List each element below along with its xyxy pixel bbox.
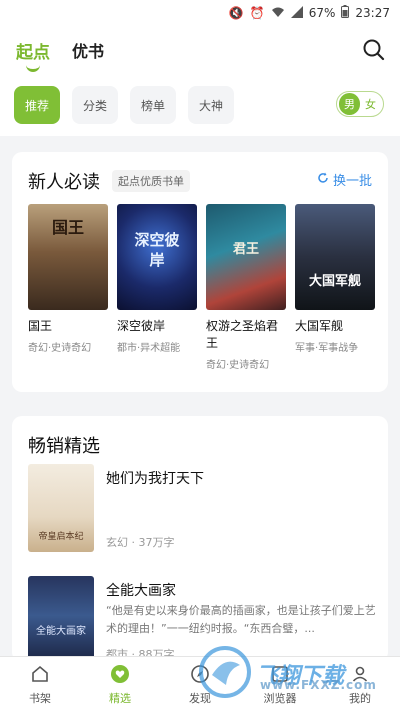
nav-label: 精选 xyxy=(109,691,131,705)
new-reader-section: 新人必读 起点优质书单 换一批 国王 国王 奇幻·史诗奇幻 深空彼岸 深空彼岸 … xyxy=(12,152,388,392)
book-title: 权游之圣焰君王 xyxy=(206,319,279,350)
nav-label: 浏览器 xyxy=(263,691,297,705)
alarm-icon: ⏰ xyxy=(249,6,265,20)
gender-toggle[interactable]: 男 女 xyxy=(336,91,384,117)
cover-title: 全能大画家 xyxy=(36,626,86,637)
nav-discover[interactable]: 发现 xyxy=(160,657,240,712)
chip-master[interactable]: 大神 xyxy=(188,86,234,124)
book-cover: 帝皇启本纪 xyxy=(28,464,94,552)
book-card[interactable]: 深空彼岸 深空彼岸 都市·异术超能 xyxy=(117,204,197,354)
section-title: 新人必读 xyxy=(28,172,100,193)
status-bar: 🔇 ⏰ 67% 23:27 xyxy=(0,0,400,26)
cover-title: 深空彼岸 xyxy=(134,231,180,269)
cover-title: 大国军舰 xyxy=(308,274,361,289)
list-item[interactable]: 全能大画家 全能大画家 “他是有史以来身价最高的插画家，也是让孩子们爱上艺术的理… xyxy=(28,576,376,668)
signal-icon xyxy=(290,5,303,21)
tab-youshu[interactable]: 优书 xyxy=(72,38,104,62)
book-cover: 大国军舰 xyxy=(295,204,375,310)
chip-rankings[interactable]: 榜单 xyxy=(130,86,176,124)
browser-icon xyxy=(270,664,290,687)
clock: 23:27 xyxy=(355,6,390,20)
user-icon xyxy=(350,664,370,687)
nav-bookshelf[interactable]: 书架 xyxy=(0,657,80,712)
booklist-badge: 起点优质书单 xyxy=(112,170,190,192)
refresh-button[interactable]: 换一批 xyxy=(317,170,372,189)
nav-profile[interactable]: 我的 xyxy=(320,657,400,712)
refresh-icon xyxy=(317,172,329,188)
battery-percent: 67% xyxy=(308,6,336,20)
book-cover: 国王 xyxy=(28,204,108,310)
refresh-label: 换一批 xyxy=(332,174,372,189)
book-card[interactable]: 君王 权游之圣焰君王 奇幻·史诗奇幻 xyxy=(206,204,286,371)
discover-icon xyxy=(190,664,210,687)
nav-label: 我的 xyxy=(349,691,371,705)
book-title: 大国军舰 xyxy=(295,319,344,333)
chip-category[interactable]: 分类 xyxy=(72,86,118,124)
book-meta: 玄幻 · 37万字 xyxy=(106,536,175,549)
gender-male[interactable]: 男 xyxy=(339,93,360,115)
filter-bar: 推荐 分类 榜单 大神 男 女 xyxy=(0,74,400,136)
book-cover: 全能大画家 xyxy=(28,576,94,664)
bottom-nav: 书架 精选 发现 浏览器 我的 xyxy=(0,656,400,712)
book-tags: 军事·军事战争 xyxy=(295,343,359,354)
book-title: 全能大画家 xyxy=(106,583,176,599)
book-title: 深空彼岸 xyxy=(117,319,166,333)
book-card[interactable]: 大国军舰 大国军舰 军事·军事战争 xyxy=(295,204,375,354)
home-icon xyxy=(30,664,50,687)
book-tags: 奇幻·史诗奇幻 xyxy=(28,343,92,354)
wifi-icon xyxy=(271,6,285,21)
cover-title: 国王 xyxy=(51,218,84,237)
book-description: “他是有史以来身价最高的插画家，也是让孩子们爱上艺术的理由！”一一纽约时报。“东… xyxy=(106,604,376,635)
nav-label: 发现 xyxy=(189,691,211,705)
book-tags: 奇幻·史诗奇幻 xyxy=(206,360,270,371)
section-title: 畅销精选 xyxy=(28,436,100,457)
top-nav: 起点 优书 xyxy=(0,26,400,74)
book-title: 国王 xyxy=(28,319,53,333)
gender-female[interactable]: 女 xyxy=(360,93,381,115)
book-row: 国王 国王 奇幻·史诗奇幻 深空彼岸 深空彼岸 都市·异术超能 君王 权游之圣焰… xyxy=(28,204,376,374)
list-item[interactable]: 帝皇启本纪 她们为我打天下 玄幻 · 37万字 xyxy=(28,464,372,556)
book-cover: 君王 xyxy=(206,204,286,310)
nav-featured[interactable]: 精选 xyxy=(80,657,160,712)
search-icon[interactable] xyxy=(362,38,386,62)
book-tags: 都市·异术超能 xyxy=(117,343,181,354)
nav-label: 书架 xyxy=(29,691,51,705)
chip-recommend[interactable]: 推荐 xyxy=(14,86,60,124)
battery-icon xyxy=(341,5,350,21)
heart-icon xyxy=(110,664,130,687)
nav-browser[interactable]: 浏览器 xyxy=(240,657,320,712)
tab-qidian[interactable]: 起点 xyxy=(16,38,50,72)
book-title: 她们为我打天下 xyxy=(106,471,204,487)
book-cover: 深空彼岸 xyxy=(117,204,197,310)
cover-title: 帝皇启本纪 xyxy=(38,532,84,542)
book-card[interactable]: 国王 国王 奇幻·史诗奇幻 xyxy=(28,204,108,354)
cover-title: 君王 xyxy=(232,242,259,257)
bestseller-section: 畅销精选 帝皇启本纪 她们为我打天下 玄幻 · 37万字 全能大画家 全能大画家… xyxy=(12,416,388,664)
mute-icon: 🔇 xyxy=(228,6,244,20)
